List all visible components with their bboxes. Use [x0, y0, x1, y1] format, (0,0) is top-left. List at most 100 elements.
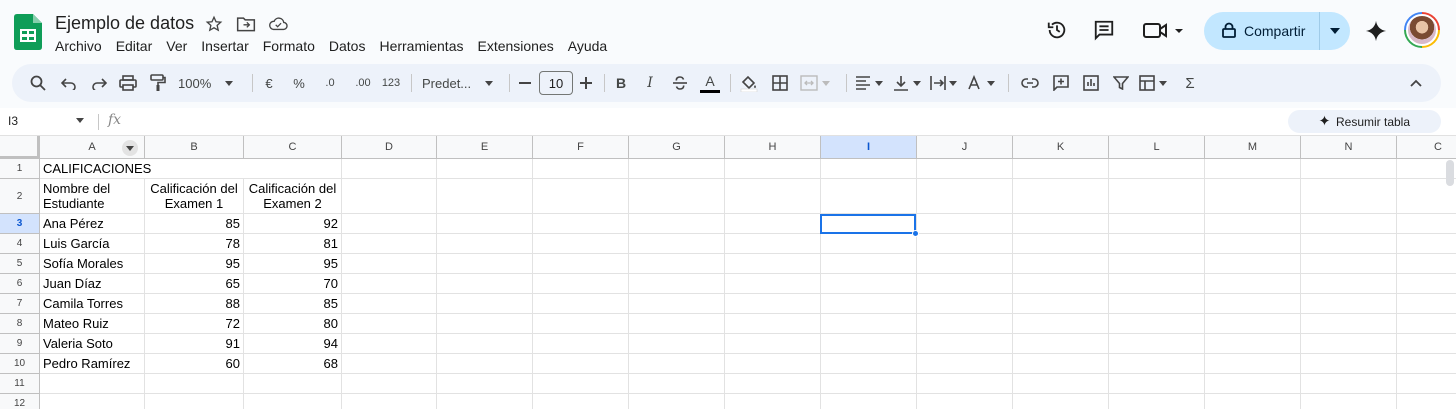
paint-format-icon[interactable]	[146, 64, 170, 102]
column-header[interactable]: B	[145, 136, 244, 159]
exam1-score-cell[interactable]: 88	[145, 294, 244, 314]
student-name-cell[interactable]: Mateo Ruiz	[40, 314, 145, 334]
number-format-button[interactable]: 123	[378, 64, 404, 102]
grid-cell[interactable]	[533, 179, 629, 214]
grid-cell[interactable]	[725, 394, 821, 409]
exam1-score-cell[interactable]: 60	[145, 354, 244, 374]
grid-cell[interactable]	[1109, 334, 1205, 354]
sheets-logo-icon[interactable]	[14, 14, 42, 50]
bold-button[interactable]: B	[610, 64, 632, 102]
row-header[interactable]: 9	[0, 334, 40, 354]
grid-cell[interactable]	[1013, 234, 1109, 254]
grid-cell[interactable]	[437, 274, 533, 294]
grid-cell[interactable]	[342, 334, 437, 354]
grid-cell[interactable]	[1013, 374, 1109, 394]
percent-format-button[interactable]: %	[288, 64, 310, 102]
grid-cell[interactable]	[533, 334, 629, 354]
grid-cell[interactable]	[342, 294, 437, 314]
decrease-font-size-icon[interactable]	[515, 64, 535, 102]
column-header[interactable]: J	[917, 136, 1013, 159]
print-icon[interactable]	[116, 64, 140, 102]
currency-format-button[interactable]: €	[258, 64, 280, 102]
grid-cell[interactable]	[1301, 294, 1397, 314]
column-title-cell[interactable]: Nombre del Estudiante	[40, 179, 145, 214]
summarize-table-button[interactable]: Resumir tabla	[1288, 110, 1441, 133]
grid-cell[interactable]	[533, 274, 629, 294]
grid-cell[interactable]	[1301, 334, 1397, 354]
grid-cell[interactable]	[725, 314, 821, 334]
grid-cell[interactable]	[1013, 179, 1109, 214]
grid-cell[interactable]	[1109, 294, 1205, 314]
grid-cell[interactable]	[342, 374, 437, 394]
grid-cell[interactable]	[533, 234, 629, 254]
grid-cell[interactable]	[629, 394, 725, 409]
grid-cell[interactable]	[629, 334, 725, 354]
grid-cell[interactable]	[342, 254, 437, 274]
strikethrough-icon[interactable]	[668, 64, 692, 102]
font-size-input[interactable]: 10	[539, 71, 573, 95]
grid-cell[interactable]	[629, 274, 725, 294]
grid-cell[interactable]	[342, 234, 437, 254]
grid-cell[interactable]	[725, 274, 821, 294]
student-name-cell[interactable]: Sofía Morales	[40, 254, 145, 274]
zoom-select[interactable]: 100%	[178, 64, 242, 102]
exam2-score-cell[interactable]: 68	[244, 354, 342, 374]
grid-cell[interactable]	[725, 159, 821, 179]
name-box[interactable]: I3	[8, 114, 18, 128]
column-title-cell[interactable]: Calificación del Examen 2	[244, 179, 342, 214]
grid-cell[interactable]	[1013, 254, 1109, 274]
grid-cell[interactable]	[244, 374, 342, 394]
grid-cell[interactable]	[629, 234, 725, 254]
grid-cell[interactable]	[821, 179, 917, 214]
cloud-status-icon[interactable]	[268, 14, 288, 34]
grid-cell[interactable]	[437, 354, 533, 374]
vertical-align-icon[interactable]	[890, 64, 926, 102]
grid-cell[interactable]	[629, 159, 725, 179]
share-dropdown-button[interactable]	[1320, 28, 1350, 34]
redo-icon[interactable]	[87, 64, 111, 102]
grid-cell[interactable]	[1397, 374, 1456, 394]
grid-cell[interactable]	[1301, 214, 1397, 234]
menu-ver[interactable]: Ver	[166, 37, 187, 55]
column-header[interactable]: F	[533, 136, 629, 159]
avatar[interactable]	[1404, 12, 1440, 48]
grid-cell[interactable]	[40, 374, 145, 394]
grid-cell[interactable]	[1109, 314, 1205, 334]
exam1-score-cell[interactable]: 72	[145, 314, 244, 334]
grid-cell[interactable]	[1397, 214, 1456, 234]
grid-cell[interactable]	[1109, 354, 1205, 374]
grid-cell[interactable]	[1205, 234, 1301, 254]
grid-cell[interactable]	[1397, 314, 1456, 334]
share-button[interactable]: Compartir	[1204, 12, 1320, 50]
grid-cell[interactable]	[40, 394, 145, 409]
grid-cell[interactable]	[821, 334, 917, 354]
grid-cell[interactable]	[821, 314, 917, 334]
grid-cell[interactable]	[917, 274, 1013, 294]
column-header[interactable]: M	[1205, 136, 1301, 159]
grid-cell[interactable]	[821, 294, 917, 314]
grid-cell[interactable]	[725, 354, 821, 374]
exam1-score-cell[interactable]: 91	[145, 334, 244, 354]
grid-cell[interactable]	[1109, 254, 1205, 274]
grid-cell[interactable]	[725, 214, 821, 234]
grid-cell[interactable]	[437, 254, 533, 274]
grid-cell[interactable]	[1109, 214, 1205, 234]
grid-cell[interactable]	[1205, 374, 1301, 394]
grid-cell[interactable]	[917, 334, 1013, 354]
column-header[interactable]: E	[437, 136, 533, 159]
grid-cell[interactable]	[1397, 234, 1456, 254]
row-header[interactable]: 11	[0, 374, 40, 394]
grid-cell[interactable]	[725, 179, 821, 214]
merge-cells-icon[interactable]	[798, 64, 834, 102]
row-header[interactable]: 8	[0, 314, 40, 334]
link-icon[interactable]	[1018, 64, 1042, 102]
grid-cell[interactable]	[629, 214, 725, 234]
grid-cell[interactable]	[1301, 394, 1397, 409]
grid-cell[interactable]	[821, 374, 917, 394]
grid-cell[interactable]	[342, 354, 437, 374]
grid-cell[interactable]	[1013, 214, 1109, 234]
menu-extensiones[interactable]: Extensiones	[477, 37, 553, 55]
row-header[interactable]: 1	[0, 159, 40, 179]
student-name-cell[interactable]: Luis García	[40, 234, 145, 254]
grid-cell[interactable]	[533, 374, 629, 394]
